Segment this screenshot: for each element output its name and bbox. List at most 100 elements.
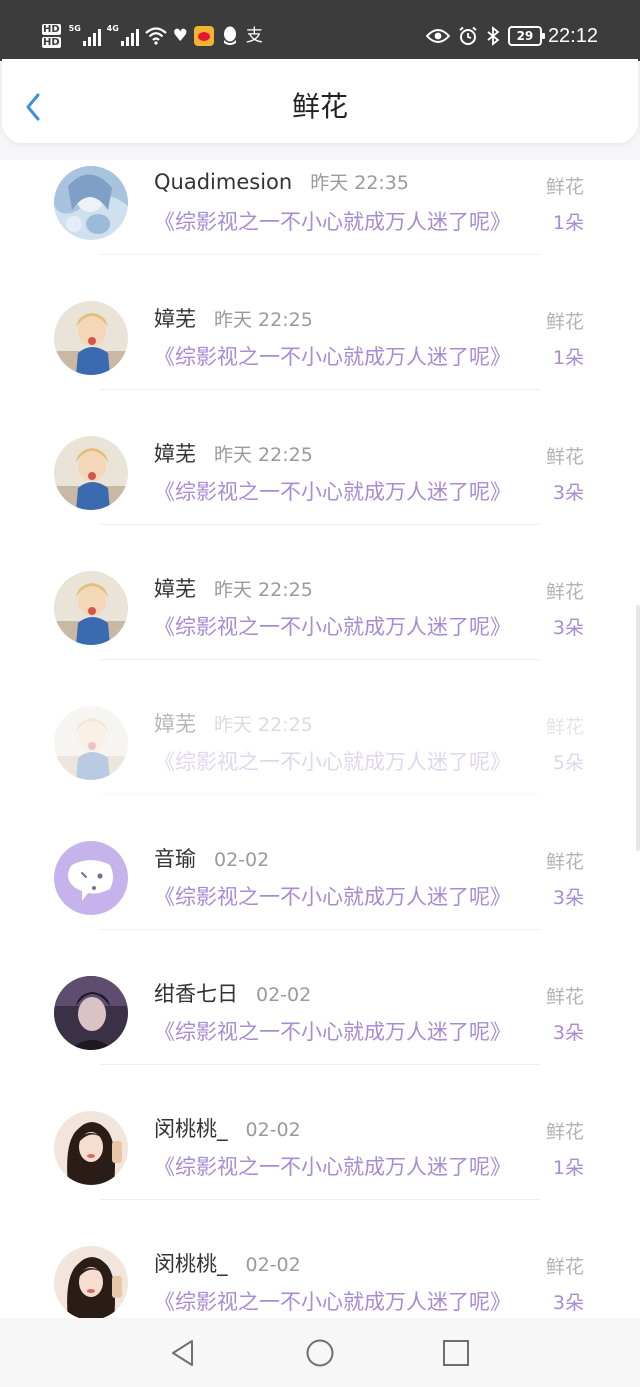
bluetooth-icon — [487, 26, 500, 46]
divider — [100, 524, 540, 525]
gift-type: 鲜花 — [545, 176, 584, 198]
user-name[interactable]: 绀香七日 — [154, 978, 238, 1008]
signal-icon: 5G — [68, 24, 103, 46]
user-name[interactable]: 闵桃桃_ — [154, 1113, 228, 1143]
divider — [100, 929, 540, 930]
hd-badge-1: HD — [42, 24, 61, 35]
anime-avatar-image — [54, 166, 128, 240]
name-line: Quadimesion 昨天 22:35 — [154, 168, 409, 198]
nav-back-icon[interactable] — [168, 1338, 198, 1368]
list-item[interactable]: 音瑜 02-02 《综影视之一不小心就成万人迷了呢》 鲜花 3朵 — [0, 835, 640, 970]
user-avatar[interactable] — [54, 706, 128, 780]
battery-icon: 29 — [507, 26, 545, 46]
list-item[interactable]: 闵桃桃_ 02-02 《综影视之一不小心就成万人迷了呢》 鲜花 3朵 — [0, 1240, 640, 1318]
book-title-link[interactable]: 《综影视之一不小心就成万人迷了呢》 — [154, 1286, 511, 1316]
user-avatar[interactable] — [54, 166, 128, 240]
gift-type: 鲜花 — [545, 716, 584, 738]
gift-type: 鲜花 — [545, 1121, 584, 1143]
user-name[interactable]: 闵桃桃_ — [154, 1248, 228, 1278]
user-name[interactable]: Quadimesion — [154, 170, 292, 194]
child-avatar-image — [54, 571, 128, 645]
gift-count: 3朵 — [552, 887, 584, 909]
name-line: 嫜芜 昨天 22:25 — [154, 303, 313, 333]
hd-badge-2: HD — [42, 37, 61, 48]
list-item[interactable]: 绀香七日 02-02 《综影视之一不小心就成万人迷了呢》 鲜花 3朵 — [0, 970, 640, 1105]
list-item[interactable]: 闵桃桃_ 02-02 《综影视之一不小心就成万人迷了呢》 鲜花 1朵 — [0, 1105, 640, 1240]
hd-indicators: HD HD — [42, 24, 61, 48]
book-title-link[interactable]: 《综影视之一不小心就成万人迷了呢》 — [154, 611, 511, 641]
list-item[interactable]: 嫜芜 昨天 22:25 《综影视之一不小心就成万人迷了呢》 鲜花 1朵 — [0, 295, 640, 430]
timestamp: 昨天 22:25 — [214, 309, 313, 331]
divider — [100, 389, 540, 390]
divider — [100, 254, 540, 255]
book-title-link[interactable]: 《综影视之一不小心就成万人迷了呢》 — [154, 881, 511, 911]
user-name[interactable]: 音瑜 — [154, 843, 196, 873]
wifi-icon — [144, 27, 167, 45]
gift-type: 鲜花 — [545, 986, 584, 1008]
divider — [100, 659, 540, 660]
status-left: HD HD 5G 4G ♥ 支 — [42, 16, 263, 56]
list-item[interactable]: 嫜芜 昨天 22:25 《综影视之一不小心就成万人迷了呢》 鲜花 3朵 — [0, 430, 640, 565]
user-avatar[interactable] — [54, 1111, 128, 1185]
timestamp: 02-02 — [245, 1119, 301, 1141]
status-bar: HD HD 5G 4G ♥ 支 29 22:12 — [0, 0, 640, 61]
divider — [100, 794, 540, 795]
user-avatar[interactable] — [54, 301, 128, 375]
name-line: 嫜芜 昨天 22:25 — [154, 573, 313, 603]
timestamp: 昨天 22:25 — [214, 714, 313, 736]
name-line: 闵桃桃_ 02-02 — [154, 1113, 301, 1143]
book-title-link[interactable]: 《综影视之一不小心就成万人迷了呢》 — [154, 206, 511, 236]
timestamp: 昨天 22:25 — [214, 579, 313, 601]
nav-recent-icon[interactable] — [441, 1338, 471, 1368]
user-name[interactable]: 嫜芜 — [154, 708, 196, 738]
name-line: 嫜芜 昨天 22:25 — [154, 708, 313, 738]
user-avatar[interactable] — [54, 436, 128, 510]
gift-type: 鲜花 — [545, 581, 584, 603]
user-name[interactable]: 嫜芜 — [154, 303, 196, 333]
page-header: 鲜花 — [2, 59, 638, 143]
flower-list[interactable]: Quadimesion 昨天 22:35 《综影视之一不小心就成万人迷了呢》 鲜… — [0, 160, 640, 1318]
user-name[interactable]: 嫜芜 — [154, 573, 196, 603]
timestamp: 昨天 22:25 — [214, 444, 313, 466]
divider — [100, 1199, 540, 1200]
book-title-link[interactable]: 《综影视之一不小心就成万人迷了呢》 — [154, 1016, 511, 1046]
gift-type: 鲜花 — [545, 446, 584, 468]
gift-count: 1朵 — [552, 1157, 584, 1179]
gift-count: 5朵 — [552, 752, 584, 774]
gift-type: 鲜花 — [545, 311, 584, 333]
woman-avatar-image — [54, 1246, 128, 1318]
user-avatar[interactable] — [54, 1246, 128, 1318]
book-title-link[interactable]: 《综影视之一不小心就成万人迷了呢》 — [154, 476, 511, 506]
man-avatar-image — [54, 976, 128, 1050]
book-title-link[interactable]: 《综影视之一不小心就成万人迷了呢》 — [154, 1151, 511, 1181]
gift-count: 3朵 — [552, 482, 584, 504]
user-avatar[interactable] — [54, 976, 128, 1050]
book-title-link[interactable]: 《综影视之一不小心就成万人迷了呢》 — [154, 341, 511, 371]
child-avatar-image — [54, 706, 128, 780]
gift-count: 3朵 — [552, 1022, 584, 1044]
user-avatar[interactable] — [54, 841, 128, 915]
name-line: 音瑜 02-02 — [154, 843, 269, 873]
gift-count: 1朵 — [552, 347, 584, 369]
list-item[interactable]: Quadimesion 昨天 22:35 《综影视之一不小心就成万人迷了呢》 鲜… — [0, 160, 640, 295]
gift-type: 鲜花 — [545, 1256, 584, 1278]
scrollbar[interactable] — [636, 605, 640, 851]
default-chat-avatar-image — [54, 841, 128, 915]
gift-count: 1朵 — [552, 212, 584, 234]
user-avatar[interactable] — [54, 571, 128, 645]
list-item[interactable]: 嫜芜 昨天 22:25 《综影视之一不小心就成万人迷了呢》 鲜花 3朵 — [0, 565, 640, 700]
weibo-icon — [193, 26, 214, 46]
list-item[interactable]: 嫜芜 昨天 22:25 《综影视之一不小心就成万人迷了呢》 鲜花 5朵 — [0, 700, 640, 835]
nav-home-icon[interactable] — [305, 1338, 335, 1368]
child-avatar-image — [54, 301, 128, 375]
user-name[interactable]: 嫜芜 — [154, 438, 196, 468]
page-title: 鲜花 — [291, 90, 348, 123]
book-title-link[interactable]: 《综影视之一不小心就成万人迷了呢》 — [154, 746, 511, 776]
name-line: 嫜芜 昨天 22:25 — [154, 438, 313, 468]
woman-avatar-image — [54, 1111, 128, 1185]
signal-icon: 4G — [107, 24, 141, 46]
alipay-icon: 支 — [245, 26, 263, 46]
timestamp: 02-02 — [256, 984, 312, 1006]
battery-level: 29 — [516, 29, 534, 43]
network-type-1: 5G — [68, 24, 81, 33]
